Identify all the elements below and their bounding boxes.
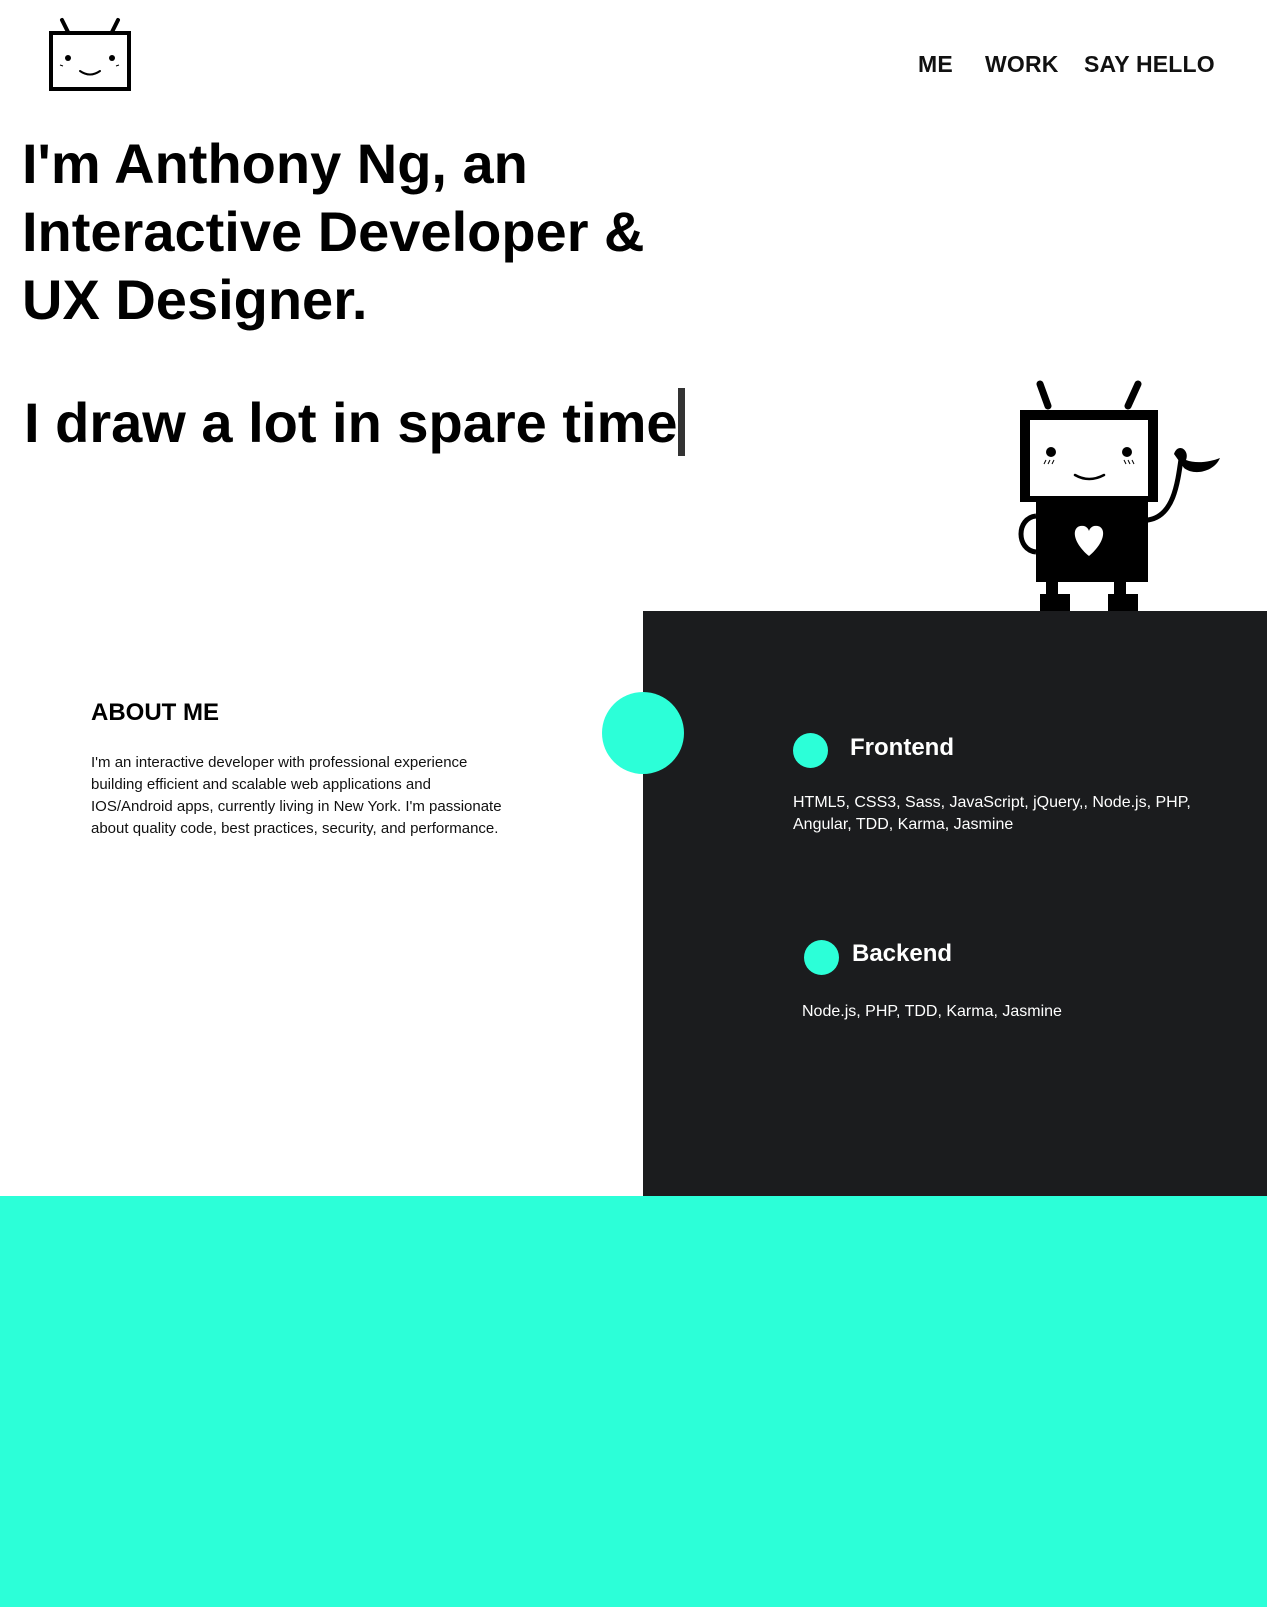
frontend-dot-icon [793,733,828,768]
main-nav: ME WORK SAY HELLO [0,48,1267,82]
typed-tagline-text: I draw a lot in spare time [24,391,678,454]
frontend-text: HTML5, CSS3, Sass, JavaScript, jQuery,, … [793,794,1191,833]
nav-me-link[interactable]: ME [918,48,953,80]
typed-tagline: I draw a lot in spare time [24,388,685,458]
skills-panel [643,611,1267,1197]
nav-work-link[interactable]: WORK [985,48,1059,80]
teal-section [0,1196,1267,1607]
frontend-title: Frontend [850,734,954,761]
backend-dot-icon [804,940,839,975]
waving-robot-icon [1010,380,1226,612]
about-title: ABOUT ME [91,699,219,726]
hero-headline: I'm Anthony Ng, an Interactive Developer… [22,132,645,331]
accent-circle [602,692,684,774]
about-text: I'm an interactive developer with profes… [91,754,502,837]
nav-say-hello-link[interactable]: SAY HELLO [1084,48,1215,80]
page: ME WORK SAY HELLO I'm Anthony Ng, an Int… [0,0,1267,1607]
typing-cursor [677,388,685,456]
backend-title: Backend [852,940,953,967]
backend-text: Node.js, PHP, TDD, Karma, Jasmine [802,1003,1062,1020]
